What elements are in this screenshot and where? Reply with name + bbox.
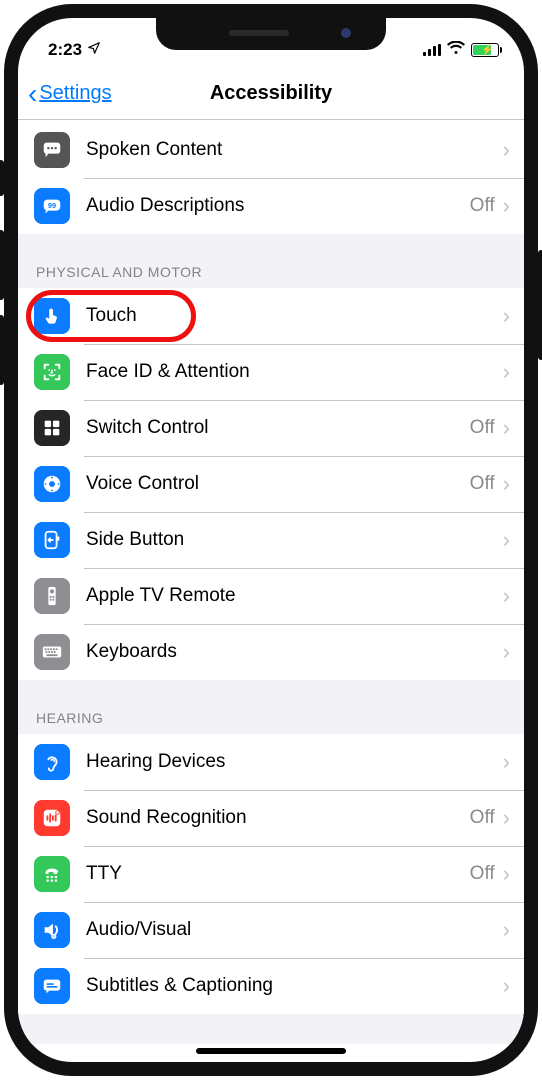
speech-bubble-icon bbox=[34, 132, 70, 168]
status-time: 2:23 bbox=[48, 40, 82, 60]
chevron-right-icon: › bbox=[503, 749, 510, 775]
row-label: Keyboards bbox=[86, 641, 503, 663]
settings-row-soundrec[interactable]: Sound RecognitionOff › bbox=[18, 790, 524, 846]
row-label: Side Button bbox=[86, 529, 503, 551]
row-label: Audio Descriptions bbox=[86, 195, 470, 217]
chevron-right-icon: › bbox=[503, 805, 510, 831]
keyboard-icon bbox=[34, 634, 70, 670]
faceid-icon bbox=[34, 354, 70, 390]
ear-icon bbox=[34, 744, 70, 780]
row-label: Face ID & Attention bbox=[86, 361, 503, 383]
row-detail: Off bbox=[470, 417, 495, 439]
settings-row-audiodesc[interactable]: 99 Audio DescriptionsOff › bbox=[18, 178, 524, 234]
chevron-right-icon: › bbox=[503, 193, 510, 219]
row-detail: Off bbox=[470, 473, 495, 495]
row-label: Spoken Content bbox=[86, 139, 503, 161]
row-detail: Off bbox=[470, 195, 495, 217]
chevron-right-icon: › bbox=[503, 973, 510, 999]
grid-icon bbox=[34, 410, 70, 446]
row-label: Apple TV Remote bbox=[86, 585, 503, 607]
device-frame: 2:23 ⚡ ‹ Settings Accessibility Spoken C… bbox=[4, 4, 538, 1076]
back-label: Settings bbox=[39, 82, 111, 105]
tty-icon bbox=[34, 856, 70, 892]
sidebtn-icon bbox=[34, 522, 70, 558]
settings-row-voicectl[interactable]: Voice ControlOff › bbox=[18, 456, 524, 512]
row-label: Switch Control bbox=[86, 417, 470, 439]
row-label: Subtitles & Captioning bbox=[86, 975, 503, 997]
section-header: PHYSICAL AND MOTOR bbox=[18, 234, 524, 288]
battery-icon: ⚡ bbox=[471, 43, 502, 57]
chevron-right-icon: › bbox=[503, 137, 510, 163]
settings-row-appletv[interactable]: Apple TV Remote› bbox=[18, 568, 524, 624]
ad-bubble-icon: 99 bbox=[34, 188, 70, 224]
row-label: TTY bbox=[86, 863, 470, 885]
chevron-right-icon: › bbox=[503, 359, 510, 385]
settings-row-faceid[interactable]: Face ID & Attention› bbox=[18, 344, 524, 400]
chevron-right-icon: › bbox=[503, 415, 510, 441]
notch bbox=[156, 18, 386, 50]
row-detail: Off bbox=[470, 863, 495, 885]
voice-icon bbox=[34, 466, 70, 502]
settings-row-spoken[interactable]: Spoken Content› bbox=[18, 122, 524, 178]
chevron-right-icon: › bbox=[503, 527, 510, 553]
wifi-icon bbox=[447, 40, 465, 60]
row-label: Touch bbox=[86, 305, 503, 327]
chevron-right-icon: › bbox=[503, 639, 510, 665]
chevron-right-icon: › bbox=[503, 583, 510, 609]
row-label: Sound Recognition bbox=[86, 807, 470, 829]
settings-row-keyboards[interactable]: Keyboards› bbox=[18, 624, 524, 680]
tvremote-icon bbox=[34, 578, 70, 614]
settings-row-subs[interactable]: Subtitles & Captioning› bbox=[18, 958, 524, 1014]
settings-row-sidebtn[interactable]: Side Button› bbox=[18, 512, 524, 568]
settings-row-switch[interactable]: Switch ControlOff › bbox=[18, 400, 524, 456]
row-label: Audio/Visual bbox=[86, 919, 503, 941]
settings-row-av[interactable]: Audio/Visual› bbox=[18, 902, 524, 958]
cellular-icon bbox=[423, 44, 441, 56]
home-indicator[interactable] bbox=[196, 1048, 346, 1054]
back-button[interactable]: ‹ Settings bbox=[28, 82, 112, 105]
row-detail: Off bbox=[470, 807, 495, 829]
soundrec-icon bbox=[34, 800, 70, 836]
chevron-right-icon: › bbox=[503, 303, 510, 329]
settings-row-touch[interactable]: Touch› bbox=[18, 288, 524, 344]
location-icon bbox=[87, 40, 101, 60]
svg-text:99: 99 bbox=[48, 201, 56, 210]
chevron-right-icon: › bbox=[503, 861, 510, 887]
page-title: Accessibility bbox=[210, 82, 332, 105]
row-label: Hearing Devices bbox=[86, 751, 503, 773]
subs-icon bbox=[34, 968, 70, 1004]
settings-list[interactable]: Spoken Content›99Audio DescriptionsOff›P… bbox=[18, 122, 524, 1044]
touch-icon bbox=[34, 298, 70, 334]
av-icon bbox=[34, 912, 70, 948]
settings-row-tty[interactable]: TTYOff › bbox=[18, 846, 524, 902]
settings-row-hearingdev[interactable]: Hearing Devices› bbox=[18, 734, 524, 790]
row-label: Voice Control bbox=[86, 473, 470, 495]
chevron-right-icon: › bbox=[503, 917, 510, 943]
chevron-right-icon: › bbox=[503, 471, 510, 497]
section-header: HEARING bbox=[18, 680, 524, 734]
nav-header: ‹ Settings Accessibility bbox=[18, 68, 524, 120]
